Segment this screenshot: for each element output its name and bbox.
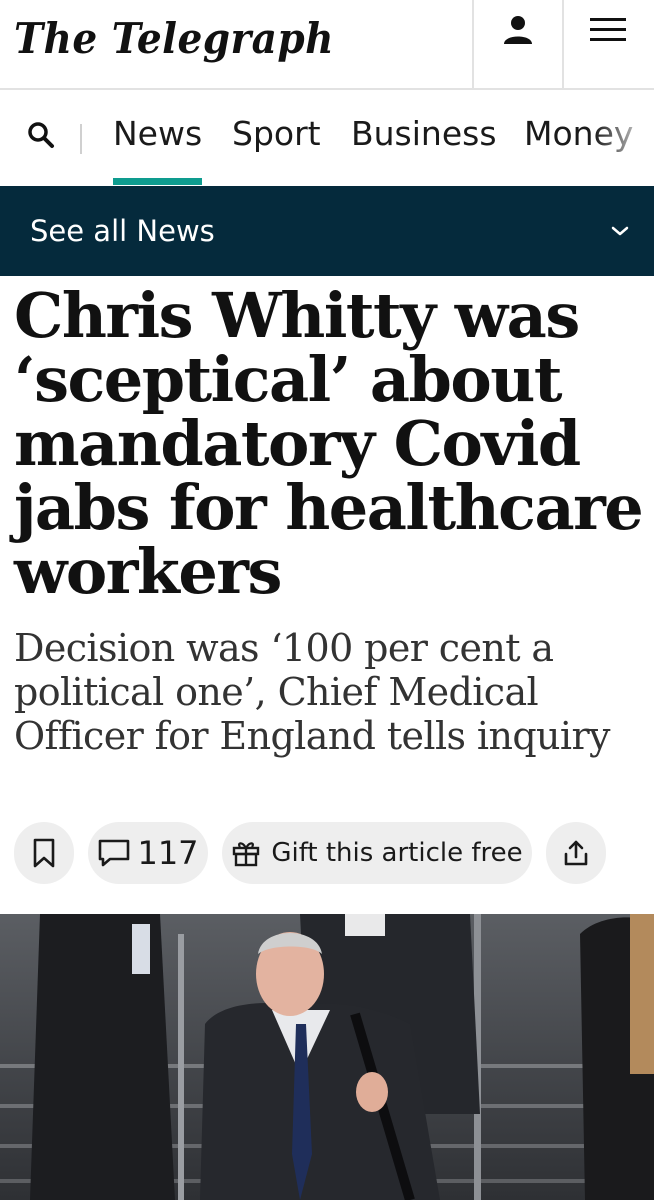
share-icon — [564, 840, 588, 866]
gift-icon — [233, 842, 260, 867]
site-logo[interactable]: The Telegraph — [14, 14, 334, 63]
person-icon — [504, 16, 532, 44]
bookmark-button[interactable] — [14, 822, 74, 884]
see-all-label: See all News — [30, 214, 215, 248]
active-tab-indicator — [113, 178, 202, 185]
comments-button[interactable]: 117 — [88, 822, 208, 884]
article-actions: 117 Gift this article free — [14, 822, 634, 884]
chevron-down-icon — [611, 226, 629, 236]
tab-news[interactable]: News — [113, 114, 202, 153]
section-nav: News Sport Business Money — [0, 90, 654, 186]
article-lead-photo — [0, 914, 654, 1200]
nav-scroll-fade — [594, 90, 654, 186]
site-header: The Telegraph — [0, 0, 654, 90]
tab-business[interactable]: Business — [351, 114, 497, 153]
search-button[interactable] — [26, 120, 56, 150]
account-button[interactable] — [472, 0, 562, 90]
see-all-section-bar[interactable]: See all News — [0, 186, 654, 276]
search-icon — [28, 122, 54, 148]
nav-divider — [80, 124, 82, 154]
comment-bubble-icon — [99, 839, 130, 867]
comment-count: 117 — [137, 834, 199, 872]
lead-photo-illustration — [0, 914, 654, 1200]
bookmark-icon — [33, 838, 55, 868]
gift-article-button[interactable]: Gift this article free — [222, 822, 532, 884]
hamburger-menu-icon — [590, 18, 626, 41]
article-headline: Chris Whitty was ‘sceptical’ about manda… — [14, 279, 644, 608]
menu-button[interactable] — [562, 0, 652, 90]
gift-label: Gift this article free — [271, 838, 523, 868]
article-standfirst: Decision was ‘100 per cent a political o… — [14, 626, 611, 758]
tab-sport[interactable]: Sport — [232, 114, 321, 153]
share-button[interactable] — [546, 822, 606, 884]
